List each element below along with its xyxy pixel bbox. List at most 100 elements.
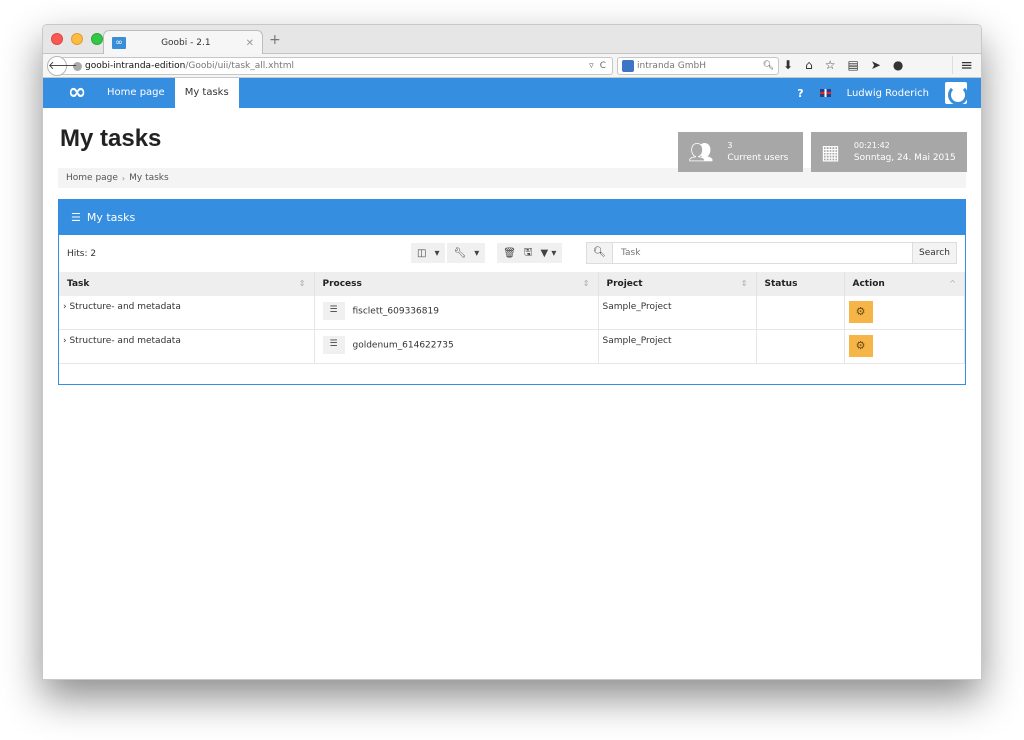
table-header-row: Task ⇕ Process ⇕ Project ⇕ Status Action ^ [59,272,965,296]
breadcrumb-home[interactable]: Home page [66,173,118,183]
tasks-table: Task ⇕ Process ⇕ Project ⇕ Status Action ^ ›… [59,272,965,364]
users-label: Current users [727,153,789,163]
process-details-icon[interactable]: ☰ [322,302,345,320]
new-tab-button[interactable]: + [269,32,281,48]
action-cell: ⚙ [844,329,965,364]
intranda-logo-icon[interactable] [945,82,968,105]
download-icon[interactable]: ⬇ [783,58,793,72]
trash-icon[interactable]: 🗑︎ [503,248,516,259]
process-details-icon[interactable]: ☰ [322,336,345,354]
column-header-action[interactable]: Action ^ [844,272,965,296]
wrench-icon: 🔧︎ [453,247,467,259]
url-bar[interactable]: goobi-intranda-edition/Goobi/uii/task_al… [57,57,613,75]
box-header: ☰ My tasks [59,200,965,235]
nav-my-tasks[interactable]: My tasks [174,78,239,108]
reload-icon[interactable]: C [600,61,606,71]
box-title: My tasks [86,211,136,224]
current-time: 00:21:42 [853,141,890,150]
chat-icon[interactable]: ● [893,58,903,72]
column-header-project[interactable]: Project ⇕ [598,272,757,296]
browser-tab[interactable]: ∞ Goobi - 2.1 ✕ [103,30,263,55]
date-time-tile: ▦ 00:21:42 Sonntag, 24. Mai 2015 [811,132,967,172]
search-icon: 🔍︎ [762,61,774,71]
columns-icon: ◫ [417,247,427,259]
close-window-button[interactable] [51,33,63,45]
table-footer [59,364,965,384]
process-cell: ☰ goldenum_614622735 [314,329,599,364]
user-name[interactable]: Ludwig Roderich [847,88,929,99]
filter-icon: ▼ [540,247,549,259]
task-search-input[interactable] [613,243,912,263]
my-tasks-box: ☰ My tasks Hits: 2 ◫ ▾ 🔧︎ ▾ 🗑︎ 🖫 ▼ ▾ 🔍︎ … [58,199,966,385]
table-row: › Structure- and metadata ☰ goldenum_6146… [59,329,965,364]
maximize-window-button[interactable] [91,33,103,45]
users-count: 3 [727,141,733,150]
task-cell[interactable]: › Structure- and metadata [59,296,315,330]
nav-home-page[interactable]: Home page [97,78,175,108]
url-path: /Goobi/uii/task_all.xhtml [185,61,294,71]
status-cell [756,329,845,364]
window-controls [51,33,103,45]
sort-icon[interactable]: ⇕ [583,279,590,288]
sort-icon[interactable]: ⇕ [299,279,306,288]
column-header-task[interactable]: Task ⇕ [59,272,315,296]
browser-tabbar: ∞ Goobi - 2.1 ✕ + [43,25,981,55]
column-header-process[interactable]: Process ⇕ [314,272,599,296]
column-header-status: Status [756,272,845,296]
browser-navbar: goobi-intranda-edition/Goobi/uii/task_al… [43,54,981,78]
list-icon: ☰ [71,211,81,224]
action-cell: ⚙ [844,296,965,330]
browser-search-bar[interactable]: intranda GmbH 🔍︎ [617,57,779,75]
caret-down-icon: ▾ [474,247,480,259]
help-icon[interactable]: ? [797,87,803,100]
dropdown-history-icon[interactable]: ▿ [589,61,594,71]
sort-asc-icon[interactable]: ^ [949,279,956,288]
gear-icon[interactable]: ⚙ [848,301,873,323]
calendar-icon: ▦ [821,140,840,164]
status-cell [756,296,845,330]
goobi-logo-icon[interactable]: ∞ [57,78,97,108]
url-host: goobi-intranda-edition [85,61,186,71]
process-name: goldenum_614622735 [352,340,454,351]
users-icon: 👥︎ [688,140,714,164]
filter-dropdown[interactable]: ▼ ▾ [540,248,556,259]
send-icon[interactable]: ➤ [871,58,881,72]
caret-down-icon: ▾ [551,247,557,259]
task-search: 🔍︎ Search [586,242,957,264]
table-toolbar: Hits: 2 ◫ ▾ 🔧︎ ▾ 🗑︎ 🖫 ▼ ▾ 🔍︎ Task Search [59,235,965,272]
back-button[interactable]: 🡐 [47,56,78,76]
reading-list-icon[interactable]: ▤ [847,58,858,72]
search-engine-label: intranda GmbH [637,61,706,71]
save-icon[interactable]: 🖫 [524,245,533,262]
caret-down-icon: ▾ [434,247,440,259]
browser-toolbar-icons: ⬇ ⌂ ☆ ▤ ➤ ● [783,58,903,72]
project-cell: Sample_Project [598,296,757,330]
tools-dropdown[interactable]: 🔧︎ ▾ [447,243,486,263]
bookmark-star-icon[interactable]: ☆ [825,58,836,72]
home-icon[interactable]: ⌂ [805,58,813,72]
minimize-window-button[interactable] [71,33,83,45]
task-cell[interactable]: › Structure- and metadata [59,329,315,364]
tab-close-icon[interactable]: ✕ [246,38,254,49]
search-button[interactable]: Search [912,243,956,263]
current-date: Sonntag, 24. Mai 2015 [853,153,956,163]
uk-flag-icon[interactable] [819,89,831,97]
sort-icon[interactable]: ⇕ [741,279,748,288]
process-name: fisclett_609336819 [352,306,439,317]
breadcrumb-separator: › [121,173,126,183]
process-cell: ☰ fisclett_609336819 [314,296,599,330]
goobi-favicon-icon: ∞ [112,37,126,49]
hamburger-menu-icon[interactable]: ≡ [952,56,973,74]
tab-title: Goobi - 2.1 [161,38,211,48]
hits-count: Hits: 2 [67,248,97,259]
columns-dropdown[interactable]: ◫ ▾ [411,243,446,263]
gear-icon[interactable]: ⚙ [848,335,873,357]
stat-tiles: 👥︎ 3 Current users ▦ 00:21:42 Sonntag, 2… [678,132,967,172]
table-row: › Structure- and metadata ☰ fisclett_6093… [59,296,965,330]
main-content: My tasks 👥︎ 3 Current users ▦ 00:21:42 S… [43,125,981,385]
browser-window: ∞ Goobi - 2.1 ✕ + goobi-intranda-edition… [42,24,982,680]
breadcrumb-current: My tasks [129,173,169,183]
batch-actions-group: 🗑︎ 🖫 ▼ ▾ [497,243,563,263]
search-engine-icon[interactable] [622,60,634,72]
current-users-tile[interactable]: 👥︎ 3 Current users [678,132,803,172]
